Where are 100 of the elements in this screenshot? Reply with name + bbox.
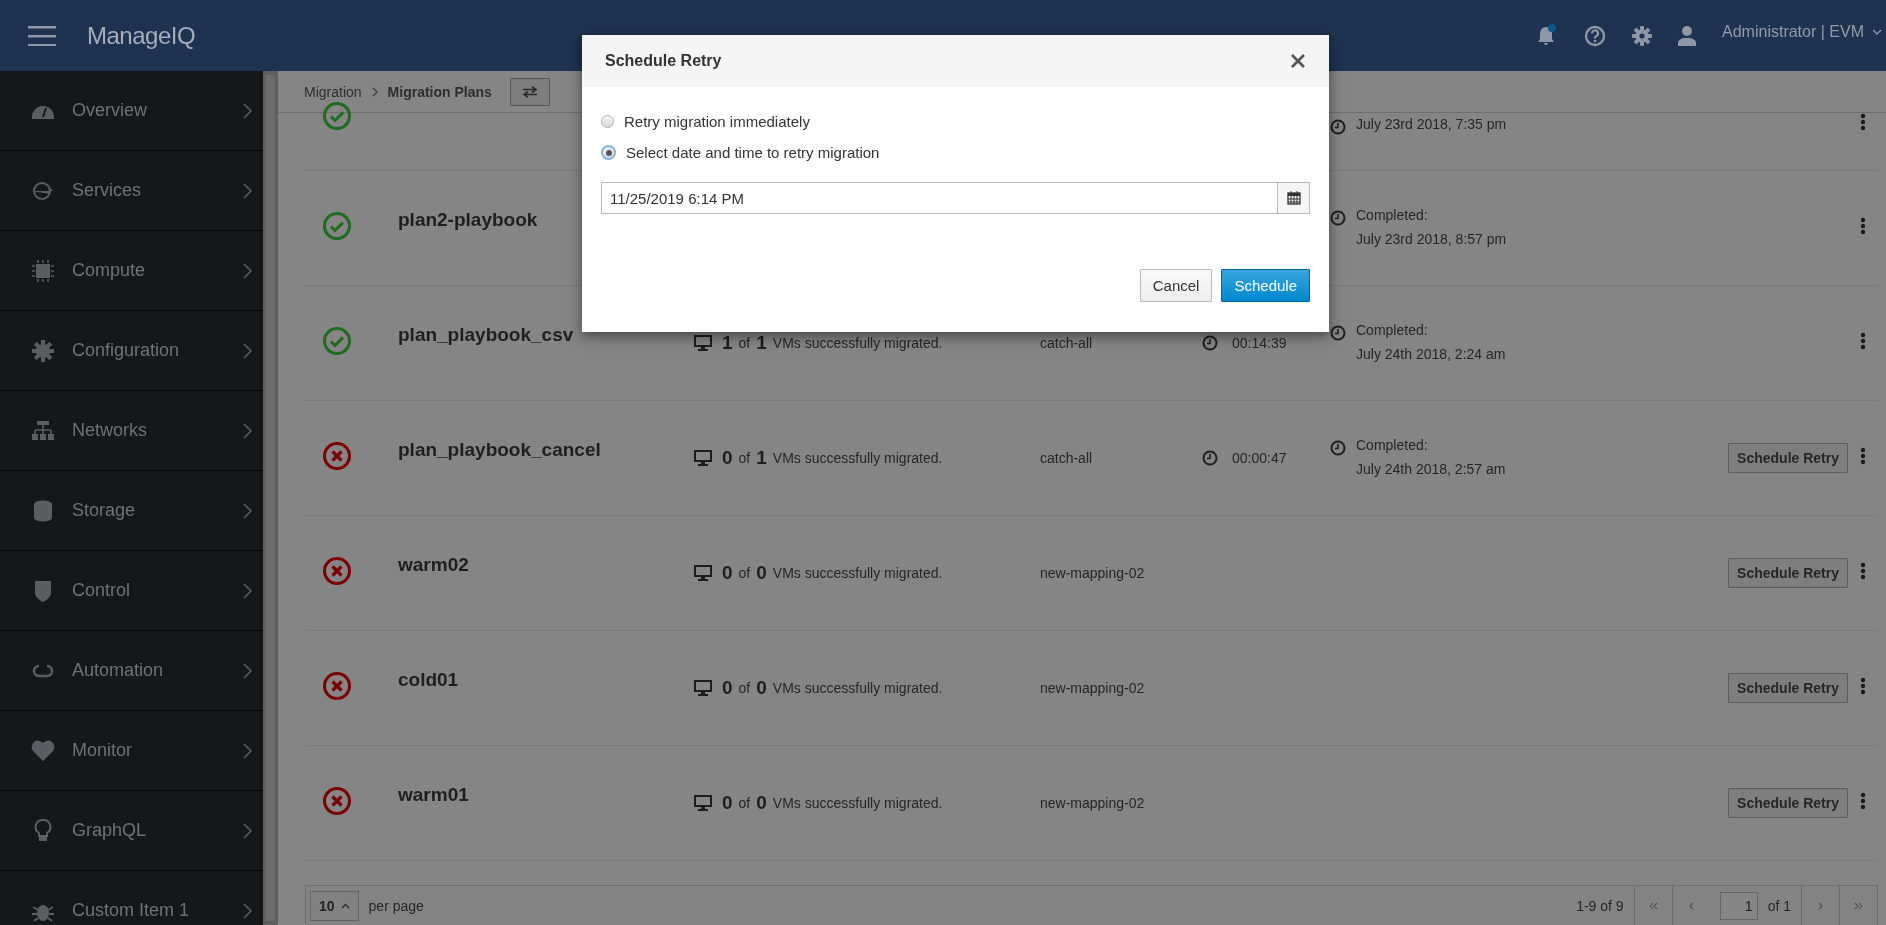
duration: 00:14:39 <box>1232 335 1287 351</box>
monitor-icon <box>694 795 712 811</box>
schedule-retry-button[interactable]: Schedule Retry <box>1728 673 1848 703</box>
radio-label[interactable]: Select date and time to retry migration <box>626 144 880 161</box>
completed-time: July 24th 2018, 2:57 am <box>1356 460 1506 477</box>
kebab-menu-icon[interactable] <box>1860 217 1866 235</box>
schedule-retry-button[interactable]: Schedule Retry <box>1728 558 1848 588</box>
chevron-icon <box>1688 901 1695 910</box>
schedule-button[interactable]: Schedule <box>1221 269 1310 302</box>
mapping-name: new-mapping-02 <box>1040 680 1145 696</box>
migration-summary: VMs successfully migrated. <box>772 335 943 351</box>
kebab-menu-icon[interactable] <box>1860 677 1866 695</box>
chevron-icon <box>1817 901 1824 910</box>
chevron-icon <box>243 102 253 119</box>
breadcrumb-current: Migration Plans <box>387 83 492 100</box>
swap-arrows-icon <box>521 85 538 98</box>
sidebar-scrollbar[interactable] <box>263 71 278 925</box>
sidebar-label: Compute <box>72 260 147 281</box>
completed-label: Completed: <box>1356 436 1429 453</box>
sidebar-label: GraphQL <box>72 820 148 841</box>
radio-button[interactable] <box>601 115 614 128</box>
per-page-label: per page <box>368 897 424 914</box>
migrated-count: 0 <box>722 562 733 584</box>
completed-time: July 23rd 2018, 7:35 pm <box>1356 116 1507 132</box>
plan-name[interactable]: warm01 <box>398 784 469 805</box>
dialog-title: Schedule Retry <box>605 52 722 70</box>
page-count: of 1 <box>1767 897 1791 914</box>
chevron-icon <box>243 582 253 599</box>
sidebar-label: Overview <box>72 100 148 121</box>
calendar-button[interactable] <box>1278 182 1310 214</box>
sidebar-label: Services <box>72 180 143 201</box>
heartbeat-icon <box>31 738 55 763</box>
brand-logo[interactable]: ManageIQ <box>87 21 196 50</box>
of-label: of <box>738 795 751 811</box>
sidebar-label: Storage <box>72 500 137 521</box>
caret-icon <box>340 902 350 909</box>
total-count: 0 <box>756 677 767 699</box>
clock-icon <box>1202 450 1218 466</box>
migration-summary: VMs successfully migrated. <box>772 450 943 466</box>
radio-button[interactable] <box>601 145 616 160</box>
page-input[interactable]: 1 <box>1719 891 1758 920</box>
mapping-name: new-mapping-02 <box>1040 795 1145 811</box>
date-time-field[interactable]: 11/25/2019 6:14 PM <box>601 182 1278 214</box>
chevron-icon <box>243 742 253 759</box>
plan-name[interactable]: plan_playbook_cancel <box>398 439 601 460</box>
radio-label[interactable]: Retry migration immediately <box>624 113 810 130</box>
sidebar-label: Monitor <box>72 740 134 761</box>
plan-name[interactable]: warm02 <box>398 554 469 575</box>
switch-button[interactable] <box>509 77 550 106</box>
mapping-name: catch-all <box>1040 450 1093 466</box>
chip-icon <box>31 258 55 283</box>
per-page-dropdown[interactable]: 10 <box>310 890 359 921</box>
duration: 00:00:47 <box>1232 450 1287 466</box>
migration-summary: VMs successfully migrated. <box>772 795 943 811</box>
menu-icon[interactable] <box>28 25 56 46</box>
total-count: 1 <box>756 332 767 354</box>
chevron-icon <box>243 502 253 519</box>
migration-summary: VMs successfully migrated. <box>772 680 943 696</box>
kebab-menu-icon[interactable] <box>1860 562 1866 580</box>
user-icon[interactable] <box>1678 25 1697 46</box>
of-label: of <box>738 565 751 581</box>
sidebar-label: Networks <box>72 420 148 441</box>
network-icon <box>31 418 55 443</box>
help-icon[interactable] <box>1584 24 1607 47</box>
sidebar-label: Automation <box>72 660 165 681</box>
chevron-icon <box>243 342 253 359</box>
clock-icon <box>1330 324 1346 341</box>
chevron-icon <box>243 262 253 279</box>
chevron-icon <box>243 182 253 199</box>
mapping-name: new-mapping-02 <box>1040 565 1145 581</box>
migrated-count: 0 <box>722 792 733 814</box>
caret-icon <box>1872 28 1882 35</box>
kebab-menu-icon[interactable] <box>1860 447 1866 465</box>
clock-icon <box>1202 335 1218 351</box>
clock-icon <box>1330 209 1346 226</box>
close-icon[interactable] <box>1290 53 1306 69</box>
plan-name[interactable]: plan_playbook_csv <box>398 324 574 345</box>
kebab-menu-icon[interactable] <box>1860 113 1866 131</box>
gear-icon <box>31 338 55 363</box>
completed-label: Completed: <box>1356 206 1429 223</box>
cancel-button[interactable]: Cancel <box>1139 269 1213 302</box>
schedule-retry-button[interactable]: Schedule Retry <box>1728 788 1848 818</box>
monitor-icon <box>694 335 712 351</box>
of-label: of <box>738 680 751 696</box>
page-range: 1-9 of 9 <box>1576 897 1624 914</box>
plan-name[interactable]: cold01 <box>398 669 459 690</box>
sidebar-label: Control <box>72 580 132 601</box>
breadcrumb-link[interactable]: Migration <box>304 83 362 100</box>
user-menu[interactable]: Administrator | EVM <box>1722 22 1886 49</box>
total-count: 1 <box>756 447 767 469</box>
chevron-icon <box>371 86 378 97</box>
monitor-icon <box>694 565 712 581</box>
of-label: of <box>738 335 751 351</box>
bulb-icon <box>31 818 55 843</box>
double-chevron-icon <box>1853 901 1864 910</box>
schedule-retry-button[interactable]: Schedule Retry <box>1728 443 1848 473</box>
kebab-menu-icon[interactable] <box>1860 332 1866 350</box>
kebab-menu-icon[interactable] <box>1860 792 1866 810</box>
total-count: 0 <box>756 792 767 814</box>
plan-name[interactable]: plan2-playbook <box>398 209 538 230</box>
